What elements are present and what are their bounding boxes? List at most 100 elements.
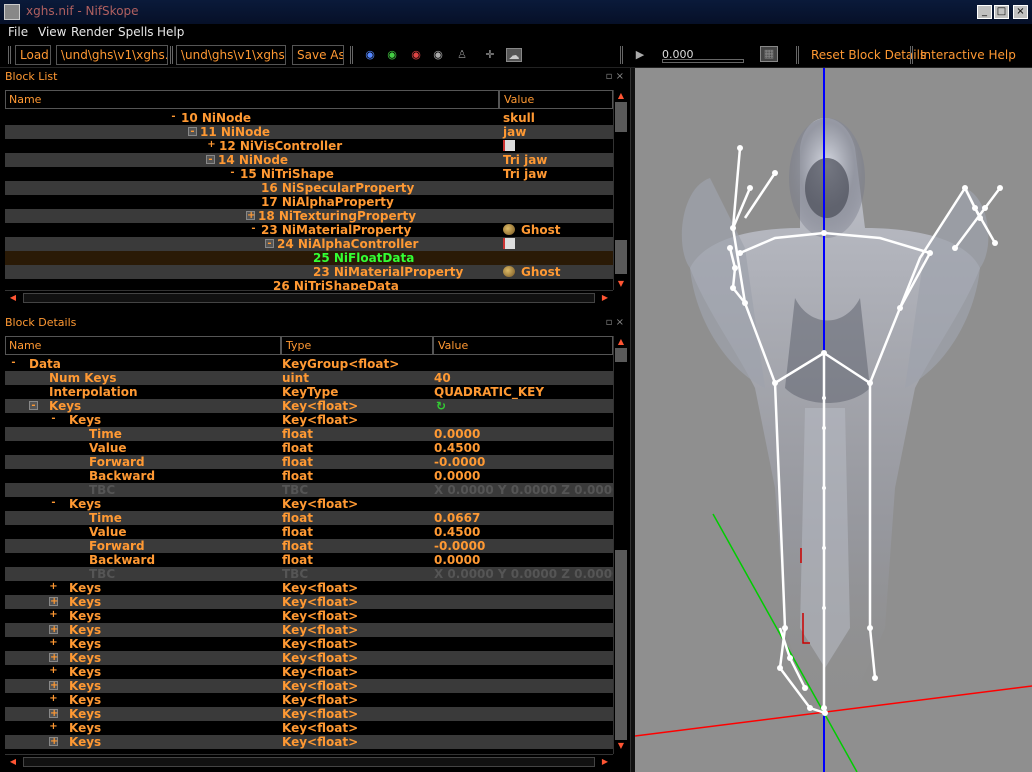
- axes-icon[interactable]: ✛: [482, 48, 498, 62]
- load-button[interactable]: Load: [15, 45, 51, 65]
- red-eye-icon[interactable]: ◉: [408, 48, 424, 62]
- block-list-row[interactable]: -14 NiNode Tri jaw: [5, 153, 613, 167]
- detail-value[interactable]: 0.0000: [434, 469, 480, 483]
- detail-row[interactable]: - Keys Key<float>: [5, 497, 613, 511]
- detail-value[interactable]: 40: [434, 371, 451, 385]
- dock-buttons[interactable]: ▫ ×: [606, 68, 624, 86]
- block-list-tree[interactable]: Name Value -10 NiNode skull -11 NiNode jaw +…: [5, 90, 613, 290]
- block-details-tree[interactable]: Name Type Value - Data KeyGroup<float> Num …: [5, 336, 613, 754]
- detail-row[interactable]: Backward float 0.0000: [5, 553, 613, 567]
- figure-icon[interactable]: ♙: [454, 48, 470, 62]
- block-list-row[interactable]: -11 NiNode jaw: [5, 125, 613, 139]
- collapse-toggle-icon[interactable]: -: [188, 127, 197, 137]
- block-list-row[interactable]: 25 NiFloatData: [5, 251, 613, 265]
- menu-render[interactable]: Render: [71, 25, 114, 39]
- scroll-thumb[interactable]: [615, 550, 627, 740]
- scroll-right-arrow[interactable]: ▶: [599, 756, 611, 768]
- scroll-down-arrow[interactable]: ▼: [614, 278, 628, 290]
- detail-row[interactable]: + Keys Key<float>: [5, 693, 613, 707]
- detail-value[interactable]: 0.4500: [434, 441, 480, 455]
- detail-row[interactable]: + Keys Key<float>: [5, 637, 613, 651]
- detail-row[interactable]: Backward float 0.0000: [5, 469, 613, 483]
- block-list-row[interactable]: +18 NiTexturingProperty: [5, 209, 613, 223]
- expand-toggle-icon[interactable]: +: [246, 211, 255, 221]
- toolbar-grip[interactable]: [796, 46, 799, 64]
- block-list-value-header[interactable]: Value: [499, 90, 613, 109]
- interactive-help-button[interactable]: Interactive Help: [920, 46, 1016, 64]
- block-list-row[interactable]: -23 NiMaterialProperty Ghost: [5, 223, 613, 237]
- collapse-toggle-icon[interactable]: -: [169, 112, 178, 122]
- block-list-row[interactable]: -15 NiTriShape Tri jaw: [5, 167, 613, 181]
- scroll-down-arrow[interactable]: ▼: [614, 740, 628, 752]
- block-details-name-header[interactable]: Name: [5, 336, 281, 355]
- scroll-thumb[interactable]: [23, 757, 595, 767]
- dock-buttons[interactable]: ▫ ×: [606, 314, 624, 332]
- detail-value[interactable]: -0.0000: [434, 455, 485, 469]
- detail-value[interactable]: X 0.0000 Y 0.0000 Z 0.0000: [434, 567, 613, 581]
- viewport-canvas[interactable]: [635, 68, 1032, 772]
- detail-value[interactable]: X 0.0000 Y 0.0000 Z 0.0000: [434, 483, 613, 497]
- expand-toggle-icon[interactable]: +: [207, 140, 216, 150]
- menu-view[interactable]: View: [38, 25, 66, 39]
- menu-help[interactable]: Help: [157, 25, 184, 39]
- save-as-button[interactable]: Save As: [292, 45, 344, 65]
- collapse-toggle-icon[interactable]: -: [206, 155, 215, 165]
- scroll-thumb[interactable]: [615, 240, 627, 274]
- green-eye-icon[interactable]: ◉: [384, 48, 400, 62]
- detail-row[interactable]: - Keys Key<float>: [5, 413, 613, 427]
- collapse-toggle-icon[interactable]: -: [49, 498, 58, 508]
- lighting-icon[interactable]: ☁: [506, 48, 522, 62]
- detail-row[interactable]: Time float 0.0667: [5, 511, 613, 525]
- expand-toggle-icon[interactable]: +: [49, 722, 58, 732]
- collapse-toggle-icon[interactable]: -: [29, 401, 38, 411]
- blue-eye-icon[interactable]: ◉: [362, 48, 378, 62]
- minimize-button[interactable]: _: [977, 5, 992, 19]
- detail-row[interactable]: TBC TBC X 0.0000 Y 0.0000 Z 0.0000: [5, 483, 613, 497]
- maximize-button[interactable]: □: [994, 5, 1009, 19]
- detail-row[interactable]: TBC TBC X 0.0000 Y 0.0000 Z 0.0000: [5, 567, 613, 581]
- detail-row[interactable]: + Keys Key<float>: [5, 679, 613, 693]
- detail-value[interactable]: 0.0000: [434, 427, 480, 441]
- toolbar-grip[interactable]: [8, 46, 11, 64]
- collapse-toggle-icon[interactable]: -: [49, 414, 58, 424]
- block-list-row[interactable]: 17 NiAlphaProperty: [5, 195, 613, 209]
- expand-toggle-icon[interactable]: +: [49, 681, 58, 691]
- block-list-row[interactable]: 23 NiMaterialProperty Ghost: [5, 265, 613, 279]
- refresh-arrow-icon[interactable]: ↻: [436, 399, 446, 413]
- menu-spells[interactable]: Spells: [118, 25, 154, 39]
- load-path-field[interactable]: \und\ghs\v1\xghs.nif: [56, 45, 168, 65]
- expand-toggle-icon[interactable]: +: [49, 638, 58, 648]
- expand-toggle-icon[interactable]: +: [49, 582, 58, 592]
- block-list-row[interactable]: -24 NiAlphaController: [5, 237, 613, 251]
- block-list-name-header[interactable]: Name: [5, 90, 499, 109]
- detail-row[interactable]: - Data KeyGroup<float>: [5, 357, 613, 371]
- detail-value[interactable]: 0.0000: [434, 553, 480, 567]
- menu-file[interactable]: File: [8, 25, 28, 39]
- scroll-thumb[interactable]: [615, 348, 627, 362]
- detail-row[interactable]: + Keys Key<float>: [5, 623, 613, 637]
- scroll-right-arrow[interactable]: ▶: [599, 292, 611, 304]
- reset-block-details-button[interactable]: Reset Block Details: [811, 46, 926, 64]
- block-details-hscroll[interactable]: ◀ ▶: [5, 754, 613, 768]
- render-viewport[interactable]: [635, 68, 1032, 772]
- scroll-thumb[interactable]: [23, 293, 595, 303]
- block-list-row[interactable]: 16 NiSpecularProperty: [5, 181, 613, 195]
- detail-row[interactable]: Value float 0.4500: [5, 525, 613, 539]
- close-button[interactable]: ×: [1013, 5, 1028, 19]
- save-path-field[interactable]: \und\ghs\v1\xghs.nif: [176, 45, 286, 65]
- expand-toggle-icon[interactable]: +: [49, 610, 58, 620]
- detail-row[interactable]: + Keys Key<float>: [5, 651, 613, 665]
- block-list-row[interactable]: 26 NiTriShapeData: [5, 279, 613, 290]
- expand-toggle-icon[interactable]: +: [49, 597, 58, 607]
- detail-row[interactable]: Interpolation KeyType QUADRATIC_KEY: [5, 385, 613, 399]
- collapse-toggle-icon[interactable]: -: [249, 224, 258, 234]
- time-slider[interactable]: [662, 59, 744, 63]
- block-list-row[interactable]: -10 NiNode skull: [5, 111, 613, 125]
- white-eye-icon[interactable]: ◉: [430, 48, 446, 62]
- collapse-toggle-icon[interactable]: -: [228, 168, 237, 178]
- detail-row[interactable]: Forward float -0.0000: [5, 539, 613, 553]
- detail-row[interactable]: Time float 0.0000: [5, 427, 613, 441]
- scroll-left-arrow[interactable]: ◀: [7, 292, 19, 304]
- detail-value[interactable]: 0.4500: [434, 525, 480, 539]
- detail-row[interactable]: + Keys Key<float>: [5, 665, 613, 679]
